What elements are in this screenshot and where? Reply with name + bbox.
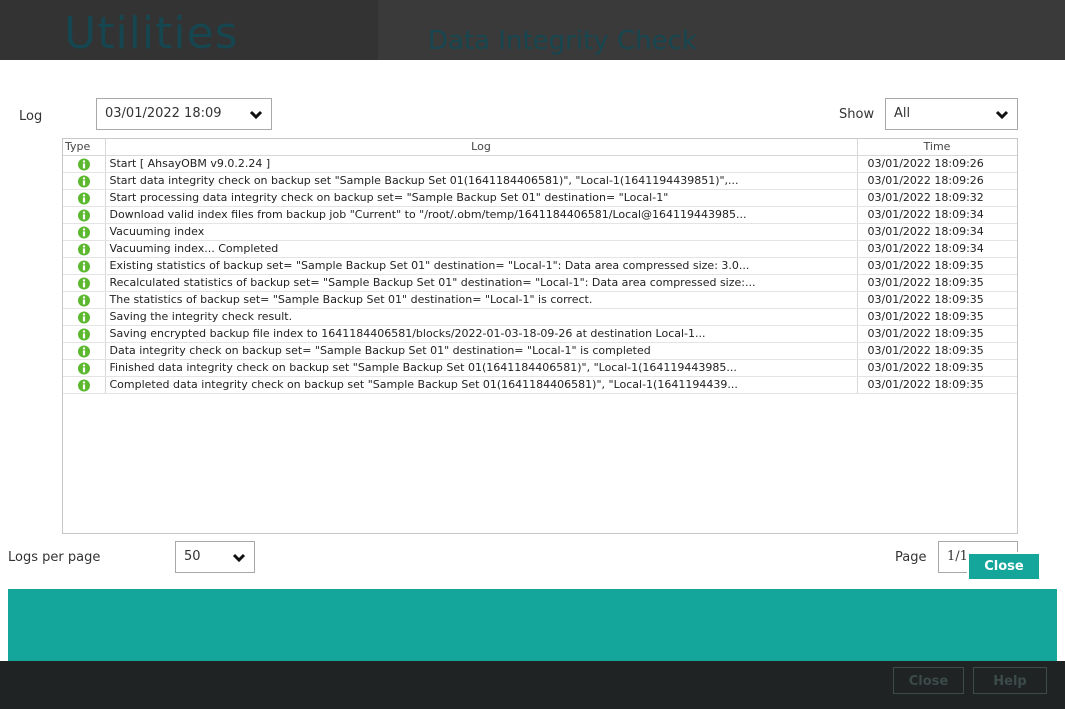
chevron-down-icon xyxy=(995,110,1009,120)
info-icon xyxy=(77,158,90,170)
log-cell: Finished data integrity check on backup … xyxy=(105,359,858,377)
table-row[interactable]: Saving encrypted backup file index to 16… xyxy=(63,325,1017,343)
log-cell: Vacuuming index xyxy=(105,223,858,241)
type-cell xyxy=(63,376,106,394)
table-row[interactable]: Vacuuming index 03/01/2022 18:09:34 xyxy=(63,223,1017,241)
log-date-dropdown[interactable]: 03/01/2022 18:09 xyxy=(96,98,272,130)
type-cell xyxy=(63,274,106,292)
logs-per-page-label: Logs per page xyxy=(8,550,101,565)
logs-per-page-dropdown[interactable]: 50 xyxy=(175,541,255,573)
table-row[interactable]: Vacuuming index... Completed 03/01/2022 1… xyxy=(63,240,1017,258)
time-cell: 03/01/2022 18:09:32 xyxy=(857,189,1017,207)
type-cell xyxy=(63,342,106,360)
info-icon xyxy=(77,175,90,187)
log-cell: Data integrity check on backup set= "Sam… xyxy=(105,342,858,360)
page-selector-value: 1/1 xyxy=(947,549,968,564)
table-row[interactable]: Recalculated statistics of backup set= "… xyxy=(63,274,1017,292)
info-icon xyxy=(77,294,90,306)
time-cell: 03/01/2022 18:09:34 xyxy=(857,206,1017,224)
log-cell: Completed data integrity check on backup… xyxy=(105,376,858,394)
background-help-button: Help xyxy=(973,667,1047,694)
info-icon xyxy=(77,243,90,255)
page-label: Page xyxy=(895,550,927,565)
info-icon xyxy=(77,277,90,289)
info-icon xyxy=(77,209,90,221)
info-icon xyxy=(77,345,90,357)
show-label: Show xyxy=(839,107,875,122)
table-row[interactable]: Start [ AhsayOBM v9.0.2.24 ] 03/01/2022 1… xyxy=(63,155,1017,173)
column-header-log[interactable]: Log xyxy=(105,139,858,156)
log-cell: Download valid index files from backup j… xyxy=(105,206,858,224)
info-icon xyxy=(77,226,90,238)
log-cell: Vacuuming index... Completed xyxy=(105,240,858,258)
column-header-type[interactable]: Type xyxy=(63,139,106,156)
time-cell: 03/01/2022 18:09:35 xyxy=(857,308,1017,326)
info-icon xyxy=(77,192,90,204)
close-button[interactable]: Close xyxy=(967,552,1041,581)
table-row[interactable]: Saving the integrity check result. 03/01/… xyxy=(63,308,1017,326)
time-cell: 03/01/2022 18:09:35 xyxy=(857,359,1017,377)
table-row[interactable]: Completed data integrity check on backup… xyxy=(63,376,1017,394)
time-cell: 03/01/2022 18:09:35 xyxy=(857,274,1017,292)
log-cell: Start data integrity check on backup set… xyxy=(105,172,858,190)
table-row[interactable]: Start data integrity check on backup set… xyxy=(63,172,1017,190)
type-cell xyxy=(63,223,106,241)
type-cell xyxy=(63,155,106,173)
column-header-time[interactable]: Time xyxy=(857,139,1017,156)
background-subtitle: Data Integrity Check xyxy=(428,26,697,56)
time-cell: 03/01/2022 18:09:26 xyxy=(857,155,1017,173)
table-header-row: Type Log Time xyxy=(63,139,1017,156)
logs-per-page-value: 50 xyxy=(184,549,201,564)
show-filter-value: All xyxy=(894,106,911,121)
show-filter-dropdown[interactable]: All xyxy=(885,98,1018,130)
type-cell xyxy=(63,189,106,207)
time-cell: 03/01/2022 18:09:35 xyxy=(857,291,1017,309)
log-label: Log xyxy=(19,109,43,124)
table-row[interactable]: Data integrity check on backup set= "Sam… xyxy=(63,342,1017,360)
table-row[interactable]: The statistics of backup set= "Sample Ba… xyxy=(63,291,1017,309)
type-cell xyxy=(63,308,106,326)
time-cell: 03/01/2022 18:09:35 xyxy=(857,325,1017,343)
log-cell: Saving the integrity check result. xyxy=(105,308,858,326)
time-cell: 03/01/2022 18:09:26 xyxy=(857,172,1017,190)
background-close-button: Close xyxy=(893,667,964,694)
info-icon xyxy=(77,328,90,340)
time-cell: 03/01/2022 18:09:35 xyxy=(857,376,1017,394)
table-row[interactable]: Finished data integrity check on backup … xyxy=(63,359,1017,377)
info-icon xyxy=(77,362,90,374)
dialog-footer xyxy=(8,589,1057,661)
log-cell: Existing statistics of backup set= "Samp… xyxy=(105,257,858,275)
time-cell: 03/01/2022 18:09:35 xyxy=(857,257,1017,275)
table-row[interactable]: Download valid index files from backup j… xyxy=(63,206,1017,224)
log-dialog: Log 03/01/2022 18:09 Show All Type Log T… xyxy=(8,60,1057,661)
type-cell xyxy=(63,359,106,377)
log-cell: Start processing data integrity check on… xyxy=(105,189,858,207)
log-cell: The statistics of backup set= "Sample Ba… xyxy=(105,291,858,309)
time-cell: 03/01/2022 18:09:34 xyxy=(857,223,1017,241)
info-icon xyxy=(77,311,90,323)
time-cell: 03/01/2022 18:09:34 xyxy=(857,240,1017,258)
table-row[interactable]: Start processing data integrity check on… xyxy=(63,189,1017,207)
log-cell: Start [ AhsayOBM v9.0.2.24 ] xyxy=(105,155,858,173)
type-cell xyxy=(63,206,106,224)
info-icon xyxy=(77,379,90,391)
time-cell: 03/01/2022 18:09:35 xyxy=(857,342,1017,360)
background-title: Utilities xyxy=(64,8,239,59)
log-cell: Saving encrypted backup file index to 16… xyxy=(105,325,858,343)
type-cell xyxy=(63,325,106,343)
log-table[interactable]: Type Log Time Start [ AhsayOBM v9.0.2.24… xyxy=(62,138,1018,534)
background-header: Utilities Data Integrity Check xyxy=(0,0,1065,60)
type-cell xyxy=(63,240,106,258)
chevron-down-icon xyxy=(232,553,246,563)
type-cell xyxy=(63,291,106,309)
table-row[interactable]: Existing statistics of backup set= "Samp… xyxy=(63,257,1017,275)
chevron-down-icon xyxy=(249,110,263,120)
info-icon xyxy=(77,260,90,272)
log-date-value: 03/01/2022 18:09 xyxy=(105,106,222,121)
type-cell xyxy=(63,172,106,190)
log-cell: Recalculated statistics of backup set= "… xyxy=(105,274,858,292)
type-cell xyxy=(63,257,106,275)
